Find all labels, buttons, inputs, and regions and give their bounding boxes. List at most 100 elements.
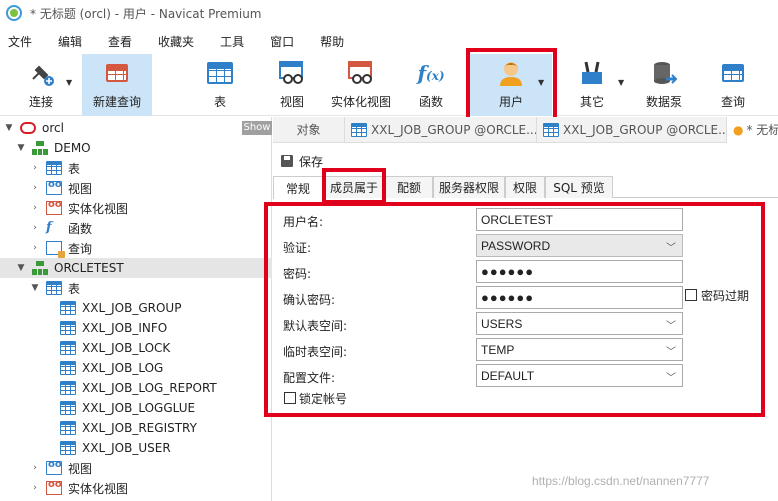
tree-schema-orcletest[interactable]: ▼ ORCLETEST — [0, 258, 272, 278]
chevron-down-icon[interactable]: ▼ — [16, 263, 26, 273]
user-button[interactable]: ▼ 用户 — [470, 54, 552, 116]
tree-table-row[interactable]: XXL_JOB_USER — [0, 438, 272, 458]
table-icon — [60, 401, 76, 415]
main-toolbar: ▼ 连接 新建查询 表 视图 实体化视图 f(x) 函数 ▼ 用户 ▼ 其它 数… — [0, 54, 778, 116]
tree-table-row[interactable]: XXL_JOB_LOG_REPORT — [0, 378, 272, 398]
tree-demo-mviews[interactable]: › 实体化视图 — [0, 198, 272, 218]
window-title: * 无标题 (orcl) - 用户 - Navicat Premium — [30, 6, 262, 21]
tree-demo-tables[interactable]: › 表 — [0, 158, 272, 178]
confirm-password-label: 确认密码: — [283, 293, 336, 307]
tab-privileges[interactable]: 权限 — [505, 176, 545, 198]
chevron-down-icon[interactable]: ▼ — [16, 143, 26, 153]
profile-select[interactable]: DEFAULT ﹀ — [476, 364, 683, 387]
chevron-right-icon[interactable]: › — [30, 223, 40, 233]
chevron-right-icon[interactable]: › — [30, 463, 40, 473]
tree-table-row[interactable]: XXL_JOB_GROUP — [0, 298, 272, 318]
menu-view[interactable]: 查看 — [100, 33, 144, 50]
tab-objects[interactable]: 对象 — [273, 116, 345, 143]
temp-tablespace-select[interactable]: TEMP ﹀ — [476, 338, 683, 361]
chevron-right-icon[interactable]: › — [30, 203, 40, 213]
default-tablespace-select[interactable]: USERS ﹀ — [476, 312, 683, 335]
query-icon — [719, 59, 747, 87]
tree-label: XXL_JOB_LOGGLUE — [82, 401, 196, 415]
menu-tools[interactable]: 工具 — [212, 33, 256, 50]
tab-label: * 无标 — [746, 123, 778, 137]
table-icon — [543, 122, 559, 137]
lock-account-checkbox[interactable] — [284, 392, 296, 404]
menu-help[interactable]: 帮助 — [312, 33, 356, 50]
user-dropdown-icon[interactable]: ▼ — [538, 78, 544, 87]
view-button[interactable]: 视图 — [262, 54, 322, 116]
tab-sql-preview[interactable]: SQL 预览 — [545, 176, 613, 198]
tab-user-editor[interactable]: ● * 无标 — [727, 116, 778, 143]
table-button[interactable]: 表 — [190, 54, 250, 116]
tab-quota[interactable]: 配额 — [385, 176, 433, 198]
tab-table-1[interactable]: XXL_JOB_GROUP @ORCLE... — [345, 116, 537, 143]
username-value: ORCLETEST — [481, 212, 554, 227]
tree-label: XXL_JOB_GROUP — [82, 301, 182, 315]
new-query-button[interactable]: 新建查询 — [82, 54, 152, 116]
mview-button[interactable]: 实体化视图 — [326, 54, 396, 116]
tree-table-row[interactable]: XXL_JOB_REGISTRY — [0, 418, 272, 438]
tree-table-row[interactable]: XXL_JOB_INFO — [0, 318, 272, 338]
chevron-down-icon[interactable]: ▼ — [30, 283, 40, 293]
other-dropdown-icon[interactable]: ▼ — [618, 78, 624, 87]
chevron-right-icon[interactable]: › — [30, 163, 40, 173]
tab-member-of[interactable]: 成员属于 — [323, 176, 385, 198]
function-button[interactable]: f(x) 函数 — [402, 54, 460, 116]
tab-label: 对象 — [296, 123, 321, 137]
confirm-password-value: ●●●●●● — [481, 290, 535, 305]
password-input[interactable]: ●●●●●● — [476, 260, 683, 283]
tab-general[interactable]: 常规 — [273, 176, 323, 199]
chevron-right-icon[interactable]: › — [30, 483, 40, 493]
tree-table-row[interactable]: XXL_JOB_LOGGLUE — [0, 398, 272, 418]
query-icon — [46, 241, 65, 258]
chevron-down-icon: ﹀ — [666, 243, 676, 254]
schema-icon — [32, 141, 48, 155]
tree-label: 实体化视图 — [68, 481, 129, 496]
table-icon — [60, 321, 76, 335]
tree-orcletest-views[interactable]: › 视图 — [0, 458, 272, 478]
profile-label: 配置文件: — [283, 371, 336, 385]
materialized-view-icon — [46, 479, 62, 495]
tree-label: XXL_JOB_LOG_REPORT — [82, 381, 217, 395]
password-expire-checkbox[interactable] — [685, 289, 697, 301]
show-button[interactable]: Show — [242, 121, 272, 135]
other-button[interactable]: ▼ 其它 — [560, 54, 624, 116]
tree-schema-demo[interactable]: ▼ DEMO — [0, 138, 272, 158]
tree-orcletest-tables[interactable]: ▼ 表 — [0, 278, 272, 298]
save-button[interactable]: 保存 — [299, 153, 323, 170]
menu-edit[interactable]: 编辑 — [50, 33, 94, 50]
tree-demo-queries[interactable]: › 查询 — [0, 238, 272, 258]
tree-connection-orcl[interactable]: ▼ orcl Show — [0, 118, 272, 138]
table-icon — [46, 161, 62, 175]
connect-button[interactable]: ▼ 连接 — [8, 54, 74, 116]
chevron-right-icon[interactable]: › — [30, 183, 40, 193]
lock-account-label: 锁定帐号 — [299, 392, 348, 406]
confirm-password-input[interactable]: ●●●●●● — [476, 286, 683, 309]
datasource-button[interactable]: 数据泵 — [636, 54, 692, 116]
query-button[interactable]: 查询 — [704, 54, 762, 116]
tree-demo-functions[interactable]: › f 函数 — [0, 218, 272, 238]
tree-table-row[interactable]: XXL_JOB_LOCK — [0, 338, 272, 358]
chevron-right-icon[interactable]: › — [30, 243, 40, 253]
password-value: ●●●●●● — [481, 264, 535, 279]
chevron-down-icon[interactable]: ▼ — [4, 123, 14, 133]
tree-demo-views[interactable]: › 视图 — [0, 178, 272, 198]
tab-server-privileges[interactable]: 服务器权限 — [433, 176, 505, 198]
auth-select[interactable]: PASSWORD ﹀ — [476, 234, 683, 257]
connect-dropdown-icon[interactable]: ▼ — [66, 78, 72, 87]
user-icon: ● — [733, 122, 744, 137]
menu-file[interactable]: 文件 — [0, 33, 44, 50]
tree-orcletest-mviews[interactable]: › 实体化视图 — [0, 478, 272, 498]
view-label: 视图 — [279, 95, 304, 109]
menu-window[interactable]: 窗口 — [262, 33, 306, 50]
user-icon — [497, 59, 525, 87]
database-pump-icon — [650, 59, 678, 87]
tab-table-2[interactable]: XXL_JOB_GROUP @ORCLE... — [537, 116, 727, 143]
table-icon — [60, 421, 76, 435]
tree-label: 视图 — [68, 181, 93, 196]
username-input[interactable]: ORCLETEST — [476, 208, 683, 231]
tree-table-row[interactable]: XXL_JOB_LOG — [0, 358, 272, 378]
menu-favorites[interactable]: 收藏夹 — [150, 33, 206, 50]
